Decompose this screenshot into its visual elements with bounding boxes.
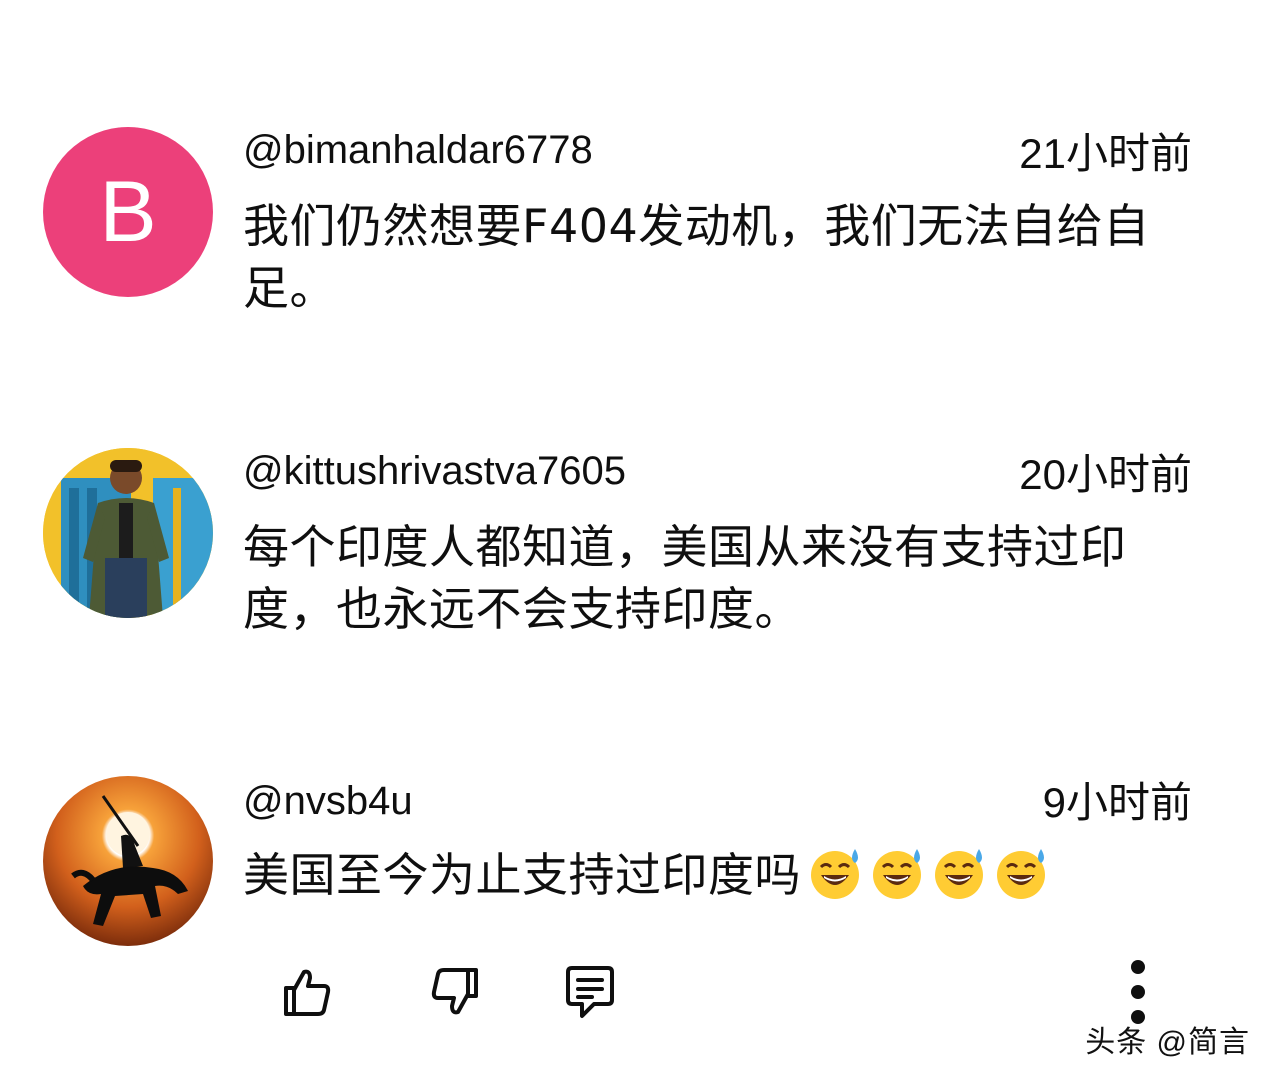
avatar-letter: B bbox=[99, 163, 157, 260]
reply-button[interactable] bbox=[560, 962, 620, 1022]
thumbs-up-icon bbox=[284, 969, 331, 1016]
comment-text-content: 美国至今为止支持过印度吗 bbox=[243, 848, 801, 902]
comment-author-handle[interactable]: @nvsb4u bbox=[243, 777, 413, 825]
emoji-row bbox=[801, 848, 1049, 902]
avatar[interactable]: B bbox=[43, 127, 213, 297]
horse-rider-sunset-icon bbox=[43, 776, 213, 946]
reply-comment-icon bbox=[566, 966, 614, 1018]
comment-text: 美国至今为止支持过印度吗 bbox=[243, 844, 1203, 916]
comment-author-handle[interactable]: @bimanhaldar6778 bbox=[243, 126, 593, 174]
comment-timestamp: 21小时前 bbox=[1019, 130, 1192, 177]
comment-author-handle[interactable]: @kittushrivastva7605 bbox=[243, 447, 626, 495]
grinning-sweat-emoji bbox=[869, 845, 925, 916]
comment-timestamp: 9小时前 bbox=[1042, 779, 1192, 826]
more-options-button[interactable] bbox=[1118, 960, 1158, 1024]
grinning-sweat-emoji bbox=[931, 845, 987, 916]
thumbs-down-icon bbox=[431, 968, 478, 1015]
comment-text: 我们仍然想要F404发动机，我们无法自给自足。 bbox=[243, 199, 1150, 315]
person-photo-icon bbox=[43, 448, 213, 618]
more-vertical-icon bbox=[1131, 985, 1145, 999]
avatar[interactable] bbox=[43, 776, 213, 946]
grinning-sweat-emoji bbox=[807, 845, 863, 916]
like-button[interactable] bbox=[276, 962, 336, 1022]
more-vertical-icon bbox=[1131, 960, 1145, 974]
comment-timestamp: 20小时前 bbox=[1019, 451, 1192, 498]
watermark: 头条 @简言 bbox=[1085, 1026, 1250, 1059]
avatar[interactable] bbox=[43, 448, 213, 618]
grinning-sweat-emoji bbox=[993, 845, 1049, 916]
comment-text: 每个印度人都知道，美国从来没有支持过印度，也永远不会支持印度。 bbox=[243, 520, 1127, 636]
dislike-button[interactable] bbox=[426, 962, 486, 1022]
